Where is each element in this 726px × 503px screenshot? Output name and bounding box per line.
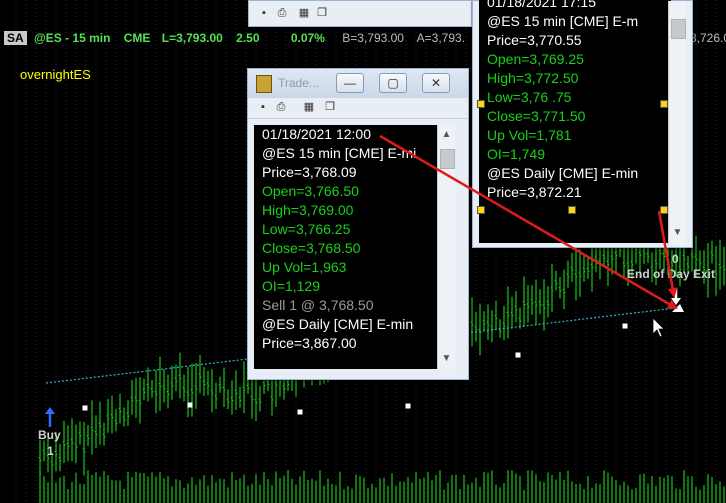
pct-change: 0.07% (290, 31, 325, 45)
session-marker (405, 403, 411, 409)
ask-price: A=3,793. (416, 31, 466, 45)
resize-handle[interactable] (477, 206, 485, 214)
trade-data-box: 01/18/2021 12:00 @ES 15 min [CME] E-mi Pri… (254, 125, 443, 369)
trade-line: Low=3,766.25 (262, 221, 351, 237)
session-marker (515, 352, 521, 358)
scroll-thumb[interactable] (440, 149, 455, 169)
right-price-label: 3,726.00 (690, 31, 726, 45)
scroll-down-icon[interactable]: ▼ (669, 227, 686, 238)
sa-tag[interactable]: SA (4, 31, 27, 45)
scroll-down-icon[interactable]: ▼ (438, 353, 455, 364)
copy-icon[interactable]: ❐ (315, 7, 329, 20)
background-window-toolbar: ▪ ⎙ ▦ ❐ (249, 4, 471, 24)
dw2-line: High=3,772.50 (487, 70, 579, 86)
copy-icon[interactable]: ❐ (323, 101, 337, 114)
print-icon[interactable]: ⎙ (275, 7, 289, 20)
buy-label: Buy (38, 428, 61, 442)
trade-line: Up Vol=1,963 (262, 259, 347, 275)
trade-line: Close=3,768.50 (262, 240, 361, 256)
buy-quantity: 1 (47, 444, 54, 458)
trade-line: Open=3,766.50 (262, 183, 359, 199)
trade-window-title: Trade... (278, 76, 319, 90)
exit-label: End of Day Exit (627, 267, 716, 281)
resize-handle[interactable] (660, 100, 668, 108)
maximize-button[interactable]: ▢ (379, 73, 407, 93)
trade-window[interactable]: Trade... — ▢ ✕ ▪ ⎙ ▦ ❐ 01/18/2021 12:00 @… (247, 68, 469, 380)
dw2-line: @ES 15 min [CME] E-m (487, 13, 639, 29)
dw2-line: OI=1,749 (487, 146, 545, 162)
last-price: L=3,793.00 (161, 31, 223, 45)
window-app-icon (256, 75, 272, 93)
net-change: 2.50 (236, 31, 260, 45)
scroll-up-icon[interactable]: ▲ (438, 129, 455, 140)
trade-window-toolbar: ▪ ⎙ ▦ ❐ (248, 98, 468, 119)
trade-line: Price=3,867.00 (262, 335, 357, 351)
trade-line: Sell 1 @ 3,768.50 (262, 297, 374, 313)
trade-window-titlebar[interactable]: Trade... — ▢ ✕ (248, 69, 468, 98)
dw2-line: Price=3,770.55 (487, 32, 582, 48)
trade-line: High=3,769.00 (262, 202, 354, 218)
bid-price: B=3,793.00 (342, 31, 404, 45)
session-marker (297, 409, 303, 415)
dw2-line: Close=3,771.50 (487, 108, 586, 124)
session-marker (82, 405, 88, 411)
dw2-line: 01/18/2021 17:15 (487, 0, 596, 10)
strategy-name: overnightES (20, 67, 91, 82)
minimize-button[interactable]: — (336, 73, 364, 93)
trade-line: 01/18/2021 12:00 (262, 126, 371, 142)
dw2-line: Up Vol=1,781 (487, 127, 572, 143)
resize-handle[interactable] (660, 206, 668, 214)
session-marker (622, 323, 628, 329)
dw2-line: @ES Daily [CME] E-min (487, 165, 639, 181)
exit-arrow-head (671, 298, 681, 305)
grid-icon[interactable]: ▦ (297, 7, 311, 20)
exit-quantity: 0 (672, 252, 679, 266)
dw2-line: Price=3,872.21 (487, 184, 582, 200)
resize-handle[interactable] (568, 206, 576, 214)
trade-line: @ES Daily [CME] E-min (262, 316, 414, 332)
trade-scrollbar[interactable]: ▲ ▼ (437, 125, 455, 369)
session-marker (187, 402, 193, 408)
dw2-line: Low=3,76 .75 (487, 89, 572, 105)
exchange-label: CME (123, 31, 151, 45)
print-icon[interactable]: ⎙ (274, 101, 288, 114)
resize-handle[interactable] (477, 100, 485, 108)
trade-line: Price=3,768.09 (262, 164, 357, 180)
dw2-line: Open=3,769.25 (487, 51, 584, 67)
close-button[interactable]: ✕ (422, 73, 450, 93)
symbol-label: @ES - 15 min (34, 31, 111, 45)
save-icon[interactable]: ▪ (256, 101, 270, 114)
trade-line: @ES 15 min [CME] E-mi (262, 145, 417, 161)
save-icon[interactable]: ▪ (257, 7, 271, 20)
scroll-thumb[interactable] (671, 19, 686, 39)
trade-line: OI=1,129 (262, 278, 320, 294)
background-window[interactable]: ▪ ⎙ ▦ ❐ (248, 0, 472, 27)
data-window-2-scrollbar[interactable]: ▼ (668, 1, 686, 245)
grid-icon[interactable]: ▦ (302, 101, 316, 114)
